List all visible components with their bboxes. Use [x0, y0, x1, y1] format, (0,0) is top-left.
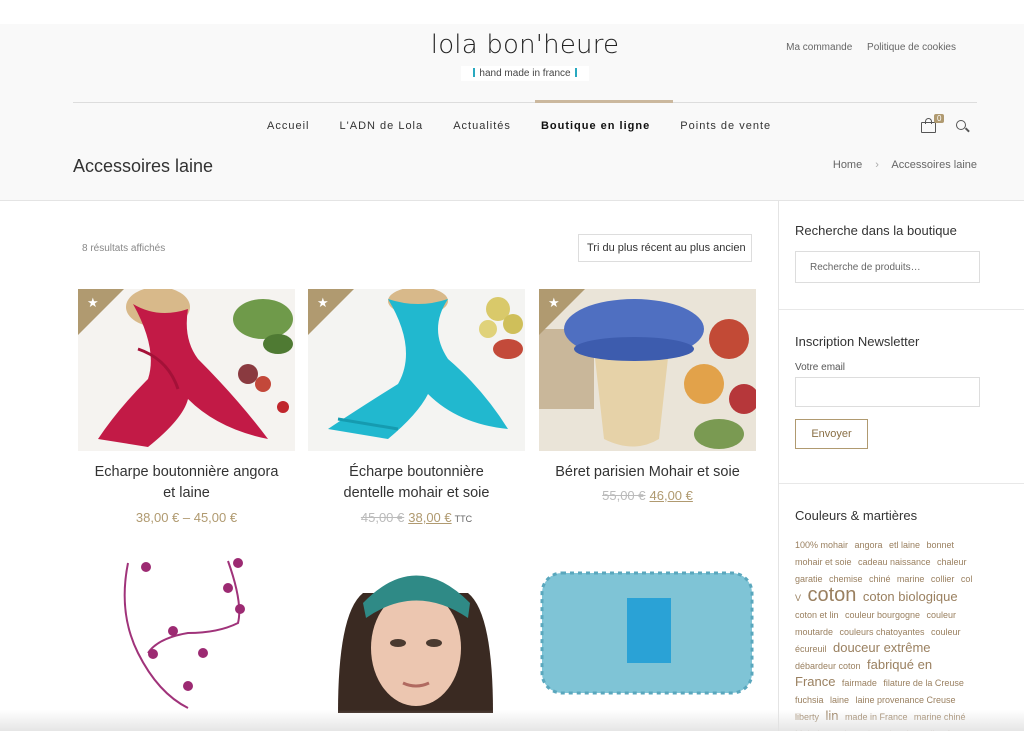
- tag-link[interactable]: coton: [807, 584, 856, 606]
- tag-link[interactable]: marine: [897, 574, 925, 584]
- tag-cloud: 100% mohair angora etl laine bonnet moha…: [795, 536, 975, 731]
- bottom-fade: [0, 710, 1024, 731]
- product-title[interactable]: Écharpe boutonnière dentelle mohair et s…: [308, 462, 525, 504]
- product-price: 55,00 €46,00 €: [539, 488, 756, 503]
- product-price: 38,00 € – 45,00 €: [135, 510, 238, 525]
- product-card[interactable]: ★ Béret parisien Mohair et soie 55,00 €4…: [539, 289, 756, 514]
- brand-name: lola bon'heure: [430, 30, 620, 60]
- email-field[interactable]: [795, 377, 980, 407]
- email-label: Votre email: [795, 362, 846, 373]
- tag-link[interactable]: chemise: [829, 574, 863, 584]
- widget-title-tags: Couleurs & martières: [795, 508, 918, 523]
- widget-title-newsletter: Inscription Newsletter: [795, 334, 920, 349]
- widget-title-search: Recherche dans la boutique: [795, 223, 957, 238]
- star-icon: ★: [317, 295, 329, 310]
- product-image[interactable]: [539, 553, 756, 713]
- top-link-ma-commande[interactable]: Ma commande: [786, 42, 852, 53]
- tag-link[interactable]: cadeau naissance: [858, 557, 931, 567]
- tag-link[interactable]: mohair et soie: [795, 557, 852, 567]
- star-icon: ★: [87, 295, 99, 310]
- widget-divider: [779, 309, 1024, 310]
- tag-link[interactable]: fairmade: [842, 678, 877, 688]
- product-price-suffix: TTC: [454, 514, 473, 524]
- product-search-input[interactable]: Recherche de produits…: [795, 251, 980, 283]
- nav-active-indicator: [535, 100, 673, 103]
- star-icon: ★: [548, 295, 560, 310]
- tag-link[interactable]: douceur extrême: [833, 640, 931, 655]
- product-title[interactable]: Echarpe boutonnière angora et laine: [78, 462, 295, 504]
- top-link-cookies[interactable]: Politique de cookies: [867, 42, 956, 53]
- sort-select[interactable]: Tri du plus récent au plus ancien: [578, 234, 752, 262]
- tag-link[interactable]: collier: [931, 574, 955, 584]
- nav-item-boutique[interactable]: Boutique en ligne: [541, 120, 650, 132]
- tag-link[interactable]: chaleur: [937, 557, 967, 567]
- brand-tagline: hand made in france: [461, 66, 589, 81]
- tag-link[interactable]: etl laine: [889, 540, 920, 550]
- product-image[interactable]: ★: [308, 289, 525, 451]
- tag-link[interactable]: couleur bourgogne: [845, 610, 920, 620]
- tag-link[interactable]: couleurs chatoyantes: [839, 627, 924, 637]
- results-count: 8 résultats affichés: [82, 243, 166, 254]
- product-image[interactable]: ★: [539, 289, 756, 451]
- product-price-old: 55,00 €: [602, 488, 646, 503]
- tag-link[interactable]: débardeur coton: [795, 661, 861, 671]
- breadcrumb-current: Accessoires laine: [891, 159, 977, 171]
- nav-item-points-de-vente[interactable]: Points de vente: [680, 120, 771, 132]
- featured-badge: [539, 289, 585, 335]
- breadcrumb: Home › Accessoires laine: [833, 159, 977, 171]
- nav-item-accueil[interactable]: Accueil: [267, 120, 309, 132]
- tag-link[interactable]: filature de la Creuse: [883, 678, 964, 688]
- product-price-new: 46,00 €: [649, 488, 693, 503]
- product-price-old: 45,00 €: [360, 510, 405, 525]
- featured-badge: [308, 289, 354, 335]
- product-card[interactable]: ★ Echarpe boutonnière angora et laine 38…: [78, 289, 295, 534]
- product-price-new: 38,00 €: [408, 510, 452, 525]
- newsletter-submit-button[interactable]: Envoyer: [795, 419, 868, 449]
- tag-link[interactable]: laine provenance Creuse: [855, 695, 955, 705]
- product-card[interactable]: ★ Écharpe boutonnière dentelle mohair et…: [308, 289, 525, 534]
- nav-divider: [73, 102, 977, 103]
- tag-link[interactable]: fuchsia: [795, 695, 824, 705]
- tag-link[interactable]: 100% mohair: [795, 540, 848, 550]
- tag-link[interactable]: angora: [854, 540, 882, 550]
- tag-link[interactable]: garatie: [795, 574, 823, 584]
- tag-link[interactable]: coton et lin: [795, 610, 839, 620]
- cart-icon[interactable]: 0: [921, 114, 945, 134]
- search-icon[interactable]: [956, 120, 970, 133]
- sidebar: Recherche dans la boutique Recherche de …: [778, 201, 1024, 731]
- product-image[interactable]: [308, 553, 525, 713]
- breadcrumb-separator: ›: [875, 159, 879, 171]
- tag-link[interactable]: chiné: [869, 574, 891, 584]
- top-links: Ma commande Politique de cookies: [774, 42, 956, 53]
- product-image[interactable]: ★: [78, 289, 295, 451]
- nav-item-adn-lola[interactable]: L'ADN de Lola: [340, 120, 424, 132]
- tag-link[interactable]: bonnet: [926, 540, 954, 550]
- tag-link[interactable]: coton biologique: [863, 589, 958, 604]
- cart-count-badge: 0: [934, 114, 945, 123]
- product-title[interactable]: Béret parisien Mohair et soie: [539, 462, 756, 483]
- nav-item-actualites[interactable]: Actualités: [453, 120, 511, 132]
- breadcrumb-home[interactable]: Home: [833, 159, 862, 171]
- tag-link[interactable]: laine: [830, 695, 849, 705]
- product-image[interactable]: [78, 553, 295, 713]
- main-nav: Accueil L'ADN de Lola Actualités Boutiqu…: [254, 120, 784, 132]
- widget-divider: [779, 483, 1024, 484]
- page-title: Accessoires laine: [73, 156, 214, 176]
- featured-badge: [78, 289, 124, 335]
- product-price: 45,00 €38,00 € TTC: [308, 510, 525, 525]
- brand-logo[interactable]: lola bon'heure hand made in france: [430, 30, 620, 81]
